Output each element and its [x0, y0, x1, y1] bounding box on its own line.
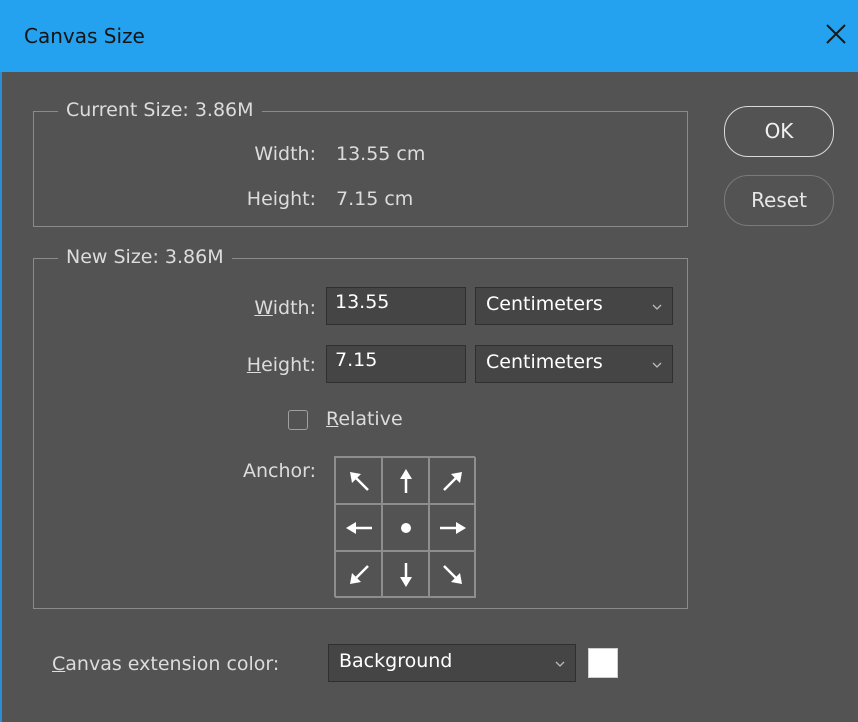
height-unit-select[interactable]: Centimeters	[475, 345, 673, 383]
center-dot-icon	[400, 522, 411, 533]
height-unit-value: Centimeters	[486, 351, 603, 373]
arrow-e-icon	[439, 521, 466, 534]
chevron-down-icon	[555, 661, 565, 667]
current-height-value: 7.15 cm	[336, 188, 414, 210]
reset-button-label: Reset	[751, 188, 807, 212]
close-icon[interactable]	[822, 20, 850, 48]
anchor-left[interactable]	[335, 504, 382, 551]
extension-color-label: Canvas extension color:	[52, 653, 280, 675]
anchor-label: Anchor:	[242, 460, 316, 482]
arrow-se-icon	[442, 564, 462, 584]
new-size-legend: New Size: 3.86M	[58, 246, 232, 268]
ok-button[interactable]: OK	[724, 106, 834, 157]
current-size-legend: Current Size: 3.86M	[58, 99, 262, 121]
arrow-nw-icon	[349, 471, 369, 491]
chevron-down-icon	[652, 362, 662, 368]
extension-color-value: Background	[339, 650, 453, 672]
anchor-bottom-right[interactable]	[429, 551, 476, 598]
width-unit-select[interactable]: Centimeters	[475, 287, 673, 325]
current-width-value: 13.55 cm	[336, 143, 426, 165]
arrow-n-icon	[399, 468, 412, 493]
new-height-label: Height:	[246, 354, 316, 376]
anchor-right[interactable]	[429, 504, 476, 551]
extension-color-select[interactable]: Background	[328, 644, 576, 682]
current-width-label: Width:	[254, 143, 316, 165]
arrow-w-icon	[345, 521, 372, 534]
extension-color-swatch[interactable]	[588, 648, 618, 678]
anchor-top-left[interactable]	[335, 457, 382, 504]
anchor-top-right[interactable]	[429, 457, 476, 504]
chevron-down-icon	[652, 304, 662, 310]
arrow-s-icon	[399, 562, 412, 587]
window-border	[0, 72, 2, 722]
height-input[interactable]: 7.15	[326, 345, 466, 383]
reset-button[interactable]: Reset	[724, 175, 834, 226]
width-unit-value: Centimeters	[486, 293, 603, 315]
window-title: Canvas Size	[24, 24, 145, 48]
arrow-ne-icon	[442, 471, 462, 491]
ok-button-label: OK	[764, 119, 794, 143]
anchor-grid	[334, 456, 476, 598]
anchor-top[interactable]	[382, 457, 429, 504]
new-width-label: Width:	[254, 297, 316, 319]
relative-checkbox[interactable]	[288, 410, 308, 430]
current-height-label: Height:	[246, 188, 316, 210]
anchor-center[interactable]	[382, 504, 429, 551]
anchor-bottom-left[interactable]	[335, 551, 382, 598]
relative-label[interactable]: Relative	[326, 408, 403, 430]
anchor-bottom[interactable]	[382, 551, 429, 598]
width-input[interactable]: 13.55	[326, 287, 466, 325]
arrow-sw-icon	[349, 564, 369, 584]
